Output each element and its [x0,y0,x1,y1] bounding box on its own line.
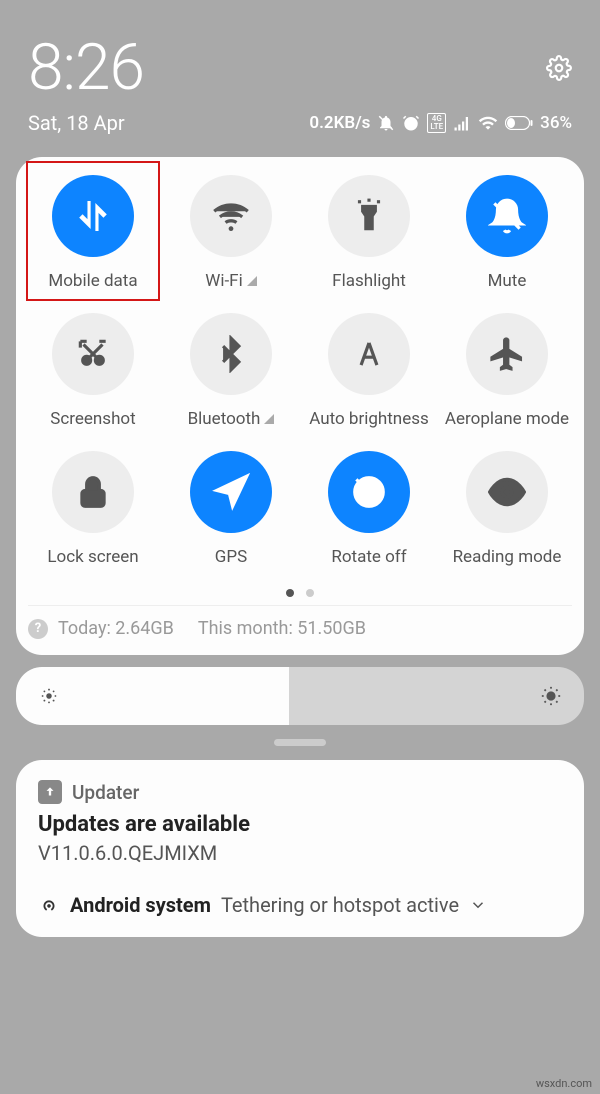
tile-label: Lock screen [47,547,138,567]
status-icons: 0.2KB/s 4GLTE 36% [309,113,572,133]
usage-month: This month: 51.50GB [198,618,366,639]
dnd-bell-icon [377,114,395,132]
drag-handle[interactable] [274,739,326,746]
notification-app-header: Updater [38,780,562,804]
brightness-high-icon [540,685,562,707]
wifi-icon [212,197,250,235]
page-dot[interactable] [306,589,314,597]
tile-wifi[interactable]: Wi-Fi [166,175,296,291]
bluetooth-icon [212,335,250,373]
screenshot-scissors-icon [74,335,112,373]
wifi-tether-icon [38,894,60,916]
tile-label: Wi-Fi [205,271,256,291]
tile-label: Rotate off [331,547,406,567]
tile-label: Aeroplane mode [445,409,569,429]
airplane-icon [488,335,526,373]
lte-indicator-icon: 4GLTE [427,113,446,133]
network-speed: 0.2KB/s [309,113,370,133]
lock-icon [74,473,112,511]
updater-app-icon [38,780,62,804]
brightness-slider[interactable] [16,667,584,725]
tile-label: GPS [215,547,247,567]
eye-icon [488,473,526,511]
notification-sub[interactable]: Android system Tethering or hotspot acti… [38,893,562,917]
alarm-clock-icon [402,114,420,132]
battery-icon [505,116,533,130]
usage-today: Today: 2.64GB [58,618,174,639]
settings-gear-icon[interactable] [546,55,572,81]
expand-indicator-icon [264,414,274,424]
tile-mobile-data[interactable]: Mobile data [28,175,158,291]
status-date: Sat, 18 Apr [28,111,125,135]
watermark: wsxdn.com [536,1077,592,1090]
expand-indicator-icon [247,276,257,286]
tile-label: Flashlight [332,271,406,291]
notification-app-name: Updater [72,781,139,804]
wifi-status-icon [478,113,498,133]
brightness-low-icon [38,685,60,707]
page-dot[interactable] [286,589,294,597]
tile-label: Auto brightness [309,409,429,429]
notification-body: V11.0.6.0.QEJMIXM [38,841,562,865]
auto-brightness-icon [350,335,388,373]
tiles-grid: Mobile data Wi-Fi Flashlight Mute Screen [28,175,572,567]
tile-screenshot[interactable]: Screenshot [28,313,158,429]
notification-title: Updates are available [38,812,562,837]
tile-bluetooth[interactable]: Bluetooth [166,313,296,429]
tile-flashlight[interactable]: Flashlight [304,175,434,291]
tile-aeroplane-mode[interactable]: Aeroplane mode [442,313,572,429]
tile-mute[interactable]: Mute [442,175,572,291]
mobile-data-icon [74,197,112,235]
battery-percentage: 36% [540,113,572,133]
tile-rotate-off[interactable]: Rotate off [304,451,434,567]
location-arrow-icon [212,473,250,511]
tile-lock-screen[interactable]: Lock screen [28,451,158,567]
tile-gps[interactable]: GPS [166,451,296,567]
page-indicator [28,589,572,597]
status-header: 8:26 Sat, 18 Apr 0.2KB/s 4GLTE 36% [0,0,600,153]
flashlight-icon [350,197,388,235]
tile-label: Mobile data [48,271,137,291]
notification-card[interactable]: Updater Updates are available V11.0.6.0.… [16,760,584,937]
data-usage-row[interactable]: ? Today: 2.64GB This month: 51.50GB [28,605,572,639]
tile-label: Mute [488,271,527,291]
tile-label: Screenshot [50,409,135,429]
chevron-down-icon [469,896,487,914]
mute-bell-icon [488,197,526,235]
tile-reading-mode[interactable]: Reading mode [442,451,572,567]
tile-label: Bluetooth [188,409,275,429]
tile-label: Reading mode [453,547,562,567]
help-icon: ? [28,619,48,639]
signal-bars-icon [453,114,471,132]
clock-time: 8:26 [28,30,144,105]
rotate-lock-icon [350,473,388,511]
tile-auto-brightness[interactable]: Auto brightness [304,313,434,429]
notification-sub-app: Android system [70,893,211,917]
notification-sub-msg: Tethering or hotspot active [221,893,459,917]
quick-settings-panel: Mobile data Wi-Fi Flashlight Mute Screen [16,157,584,655]
